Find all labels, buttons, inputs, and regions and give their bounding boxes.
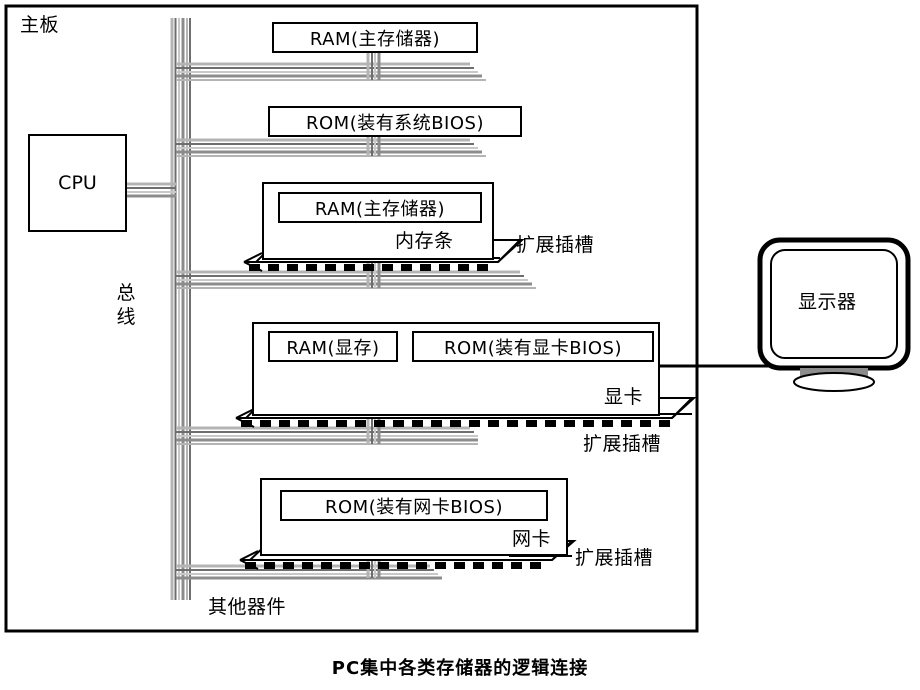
rom-nic-bios-label: ROM(装有网卡BIOS) <box>324 496 503 518</box>
ram-module-box[interactable]: RAM(主存储器) <box>278 192 482 223</box>
bus-label: 总 线 <box>112 282 140 330</box>
rom-vga-bios-box[interactable]: ROM(装有显卡BIOS) <box>412 331 654 362</box>
cpu-box[interactable]: CPU <box>28 134 127 232</box>
cpu-label: CPU <box>58 172 97 194</box>
bus-label-char-1: 总 <box>116 282 136 304</box>
slot-label-memory: 扩展插槽 <box>516 234 595 256</box>
figure-caption: PC集中各类存储器的逻辑连接 <box>331 658 589 679</box>
ram-main-onboard-label: RAM(主存储器) <box>309 28 441 50</box>
ram-vram-label: RAM(显存) <box>286 337 380 359</box>
ram-vram-box[interactable]: RAM(显存) <box>268 331 398 362</box>
rom-system-bios-box[interactable]: ROM(装有系统BIOS) <box>268 106 522 137</box>
slot-teeth-video <box>241 420 670 427</box>
rom-nic-bios-box[interactable]: ROM(装有网卡BIOS) <box>280 490 548 521</box>
nic-label: 网卡 <box>512 528 552 550</box>
other-components-label: 其他器件 <box>208 596 287 618</box>
rom-vga-bios-label: ROM(装有显卡BIOS) <box>443 337 622 359</box>
motherboard-label: 主板 <box>20 14 60 36</box>
diagram-canvas: 主板 CPU 总 线 RAM(主存储器) ROM(装有系统BIOS) RAM(主… <box>0 0 920 690</box>
bus-label-char-2: 线 <box>116 305 136 328</box>
monitor-graphic <box>757 237 911 392</box>
video-card-label: 显卡 <box>604 386 644 408</box>
rom-system-bios-label: ROM(装有系统BIOS) <box>305 112 484 134</box>
slot-label-video: 扩展插槽 <box>583 433 662 455</box>
ram-main-onboard-box[interactable]: RAM(主存储器) <box>272 22 478 53</box>
slot-label-nic: 扩展插槽 <box>575 547 654 569</box>
ram-module-label: RAM(主存储器) <box>314 198 446 220</box>
memory-module-label: 内存条 <box>395 230 454 252</box>
monitor-label: 显示器 <box>798 291 857 313</box>
monitor-base <box>793 372 875 392</box>
